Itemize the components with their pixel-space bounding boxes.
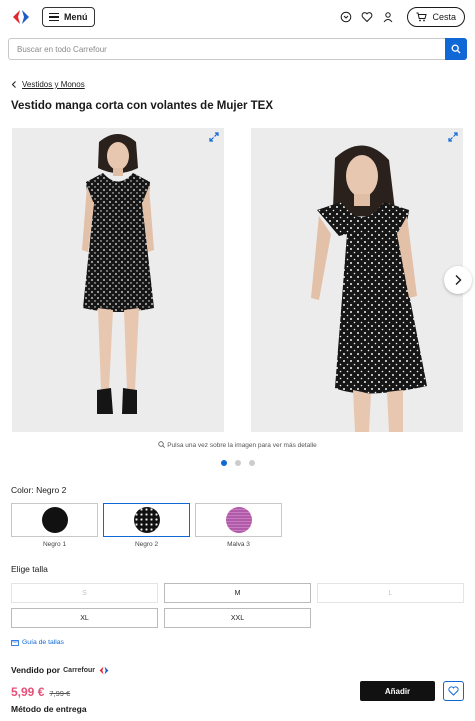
product-image-front[interactable]: [12, 128, 224, 432]
chat-icon[interactable]: [340, 11, 352, 23]
search-bar: [8, 38, 467, 60]
color-swatch-malva-3[interactable]: Malva 3: [195, 503, 282, 548]
product-title: Vestido manga corta con volantes de Muje…: [11, 100, 274, 112]
cart-icon: [416, 12, 428, 22]
favorite-button[interactable]: [443, 681, 464, 701]
search-input[interactable]: [9, 39, 445, 59]
chevron-left-icon: [11, 81, 16, 88]
color-swatch-negro-2[interactable]: Negro 2: [103, 503, 190, 548]
menu-button[interactable]: Menú: [42, 7, 95, 27]
size-guide-link[interactable]: Guía de tallas: [11, 639, 64, 646]
add-to-cart-button[interactable]: Añadir: [360, 681, 435, 701]
swatch-color: [225, 507, 252, 533]
color-swatches: Negro 1 Negro 2 Malva 3: [11, 503, 282, 548]
carrefour-logo-icon[interactable]: [10, 9, 32, 25]
size-label: Elige talla: [11, 564, 48, 574]
heart-icon[interactable]: [361, 11, 373, 23]
cart-button[interactable]: Cesta: [407, 7, 465, 27]
zoom-icon: [158, 441, 166, 448]
search-icon: [451, 44, 461, 54]
expand-icon[interactable]: [448, 132, 458, 142]
dress-photo-2: [311, 145, 427, 432]
old-price: 7,99 €: [49, 689, 71, 698]
menu-label: Menú: [64, 12, 88, 22]
color-label: Color: Negro 2: [11, 485, 66, 495]
color-swatch-negro-1[interactable]: Negro 1: [11, 503, 98, 548]
dress-photo-1: [82, 134, 154, 414]
hamburger-icon: [49, 13, 59, 21]
header-actions: Cesta: [340, 7, 465, 27]
ruler-icon: [11, 639, 19, 646]
chevron-right-icon: [455, 275, 462, 285]
cart-label: Cesta: [432, 12, 456, 22]
breadcrumb: Vestidos y Monos: [11, 80, 85, 89]
gallery-dot[interactable]: [234, 460, 241, 466]
carrefour-small-logo-icon: [99, 666, 109, 674]
product-gallery: [0, 126, 475, 432]
expand-icon[interactable]: [209, 132, 219, 142]
sold-by-label: Vendido por: [11, 665, 61, 675]
swatch-color: [133, 507, 160, 533]
image-hint-text: Pulsa una vez sobre la imagen para ver m…: [167, 442, 317, 449]
size-option-xxl[interactable]: XXL: [164, 608, 311, 628]
swatch-frame: [195, 503, 282, 537]
size-option-m[interactable]: M: [164, 583, 311, 603]
user-icon[interactable]: [382, 11, 394, 23]
size-option-xl[interactable]: XL: [11, 608, 158, 628]
gallery-dot[interactable]: [248, 460, 255, 466]
price-block: 5,99 € 7,99 €: [11, 685, 70, 699]
current-price: 5,99 €: [11, 685, 45, 699]
product-image-detail[interactable]: [251, 128, 463, 432]
size-option-s[interactable]: S: [11, 583, 158, 603]
gallery-pagination: [0, 460, 475, 466]
size-guide-text: Guía de tallas: [22, 639, 64, 646]
breadcrumb-link[interactable]: Vestidos y Monos: [22, 80, 85, 89]
size-selector: S M L XL XXL: [11, 583, 465, 628]
gallery-next-button[interactable]: [444, 266, 472, 294]
delivery-method-title: Método de entrega: [11, 704, 87, 714]
swatch-frame: [103, 503, 190, 537]
swatch-color: [41, 507, 68, 533]
gallery-dot[interactable]: [220, 460, 227, 466]
top-bar: Menú Cesta: [0, 0, 475, 34]
heart-icon: [448, 686, 459, 696]
sold-by: Vendido por Carrefour: [11, 665, 110, 675]
search-button[interactable]: [445, 38, 467, 60]
swatch-frame: [11, 503, 98, 537]
image-hint: Pulsa una vez sobre la imagen para ver m…: [0, 441, 475, 449]
swatch-name: Negro 1: [42, 541, 67, 548]
swatch-name: Malva 3: [227, 541, 250, 548]
swatch-name: Negro 2: [134, 541, 159, 548]
size-option-l[interactable]: L: [317, 583, 464, 603]
selected-color: Negro 2: [36, 485, 67, 495]
sold-by-brand: Carrefour: [63, 666, 96, 674]
color-prefix: Color:: [11, 485, 34, 495]
